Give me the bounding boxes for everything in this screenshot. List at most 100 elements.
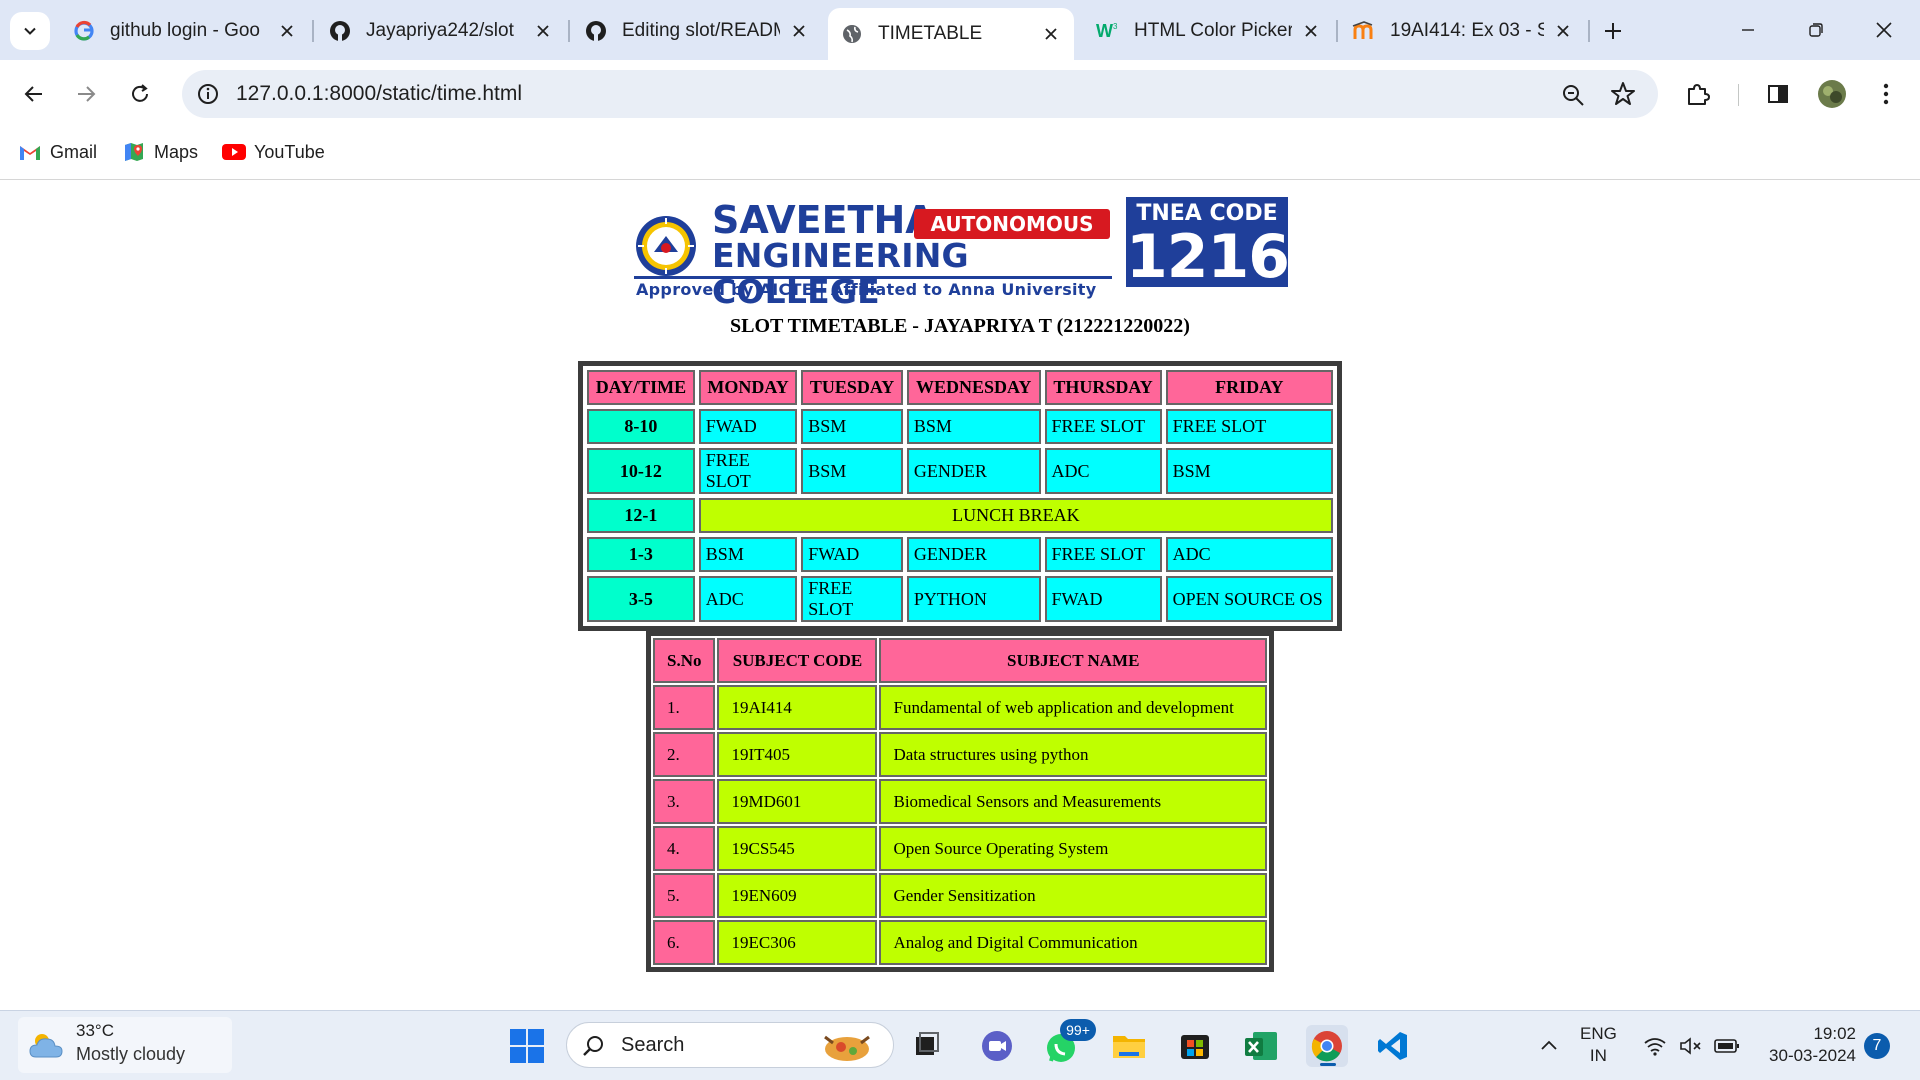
column-header: WEDNESDAY — [906, 370, 1041, 405]
forward-button[interactable] — [66, 74, 106, 114]
subject-name: Biomedical Sensors and Measurements — [879, 779, 1267, 824]
table-cell: ADC — [698, 576, 798, 622]
maps-icon — [122, 141, 146, 163]
tray-overflow-button[interactable] — [1528, 1025, 1570, 1067]
chevron-up-icon — [1541, 1040, 1557, 1050]
tab-jayapriya-slot[interactable]: Jayapriya242/slot — [316, 8, 566, 54]
svg-text:3: 3 — [1113, 22, 1118, 31]
column-header: TUESDAY — [801, 370, 903, 405]
close-icon[interactable] — [788, 20, 810, 42]
avatar-icon — [1818, 80, 1846, 108]
tab-search-button[interactable] — [10, 12, 50, 50]
weather-widget[interactable]: 33°C Mostly cloudy — [18, 1017, 232, 1073]
profile-avatar[interactable] — [1816, 78, 1848, 110]
table-cell: FREE SLOT — [1165, 409, 1333, 444]
taskbar-meet[interactable] — [976, 1025, 1018, 1067]
globe-icon — [840, 22, 864, 46]
taskbar-store[interactable] — [1174, 1025, 1216, 1067]
subject-name: Gender Sensitization — [879, 873, 1267, 918]
taskbar-search-box[interactable]: Search — [566, 1022, 894, 1068]
taskbar-clock[interactable]: 19:02 30-03-2024 — [1756, 1023, 1856, 1067]
excel-icon — [1245, 1032, 1277, 1060]
table-cell: GENDER — [906, 537, 1041, 572]
cloudy-weather-icon — [29, 1034, 63, 1058]
bookmark-label: YouTube — [254, 141, 325, 162]
url-text[interactable]: 127.0.0.1:8000/static/time.html — [236, 82, 522, 106]
store-icon — [1181, 1035, 1209, 1059]
taskbar-task-view[interactable] — [906, 1025, 948, 1067]
subject-code: 19IT405 — [717, 732, 878, 777]
video-chat-icon — [982, 1031, 1012, 1061]
tab-html-color-picker[interactable]: W3 HTML Color Picker — [1084, 8, 1334, 54]
region-code: IN — [1589, 1046, 1607, 1065]
reload-icon — [132, 84, 148, 102]
tab-github-login[interactable]: github login - Goo — [60, 8, 310, 54]
back-button[interactable] — [14, 74, 54, 114]
bookmark-maps[interactable]: Maps — [122, 138, 198, 166]
windows-start-icon[interactable] — [508, 1027, 546, 1065]
close-icon[interactable] — [1300, 20, 1322, 42]
time-slot: 10-12 — [587, 448, 695, 494]
volume-muted-icon — [1680, 1037, 1701, 1055]
table-cell: FREE SLOT — [1044, 537, 1162, 572]
close-icon — [1876, 22, 1892, 38]
bookmark-youtube[interactable]: YouTube — [222, 138, 325, 166]
table-cell: FWAD — [698, 409, 798, 444]
input-language[interactable]: ENG IN — [1580, 1023, 1617, 1067]
notification-center-badge[interactable]: 7 — [1864, 1033, 1890, 1059]
taskbar-whatsapp[interactable]: 99+ — [1042, 1019, 1096, 1067]
table-cell: ADC — [1044, 448, 1162, 494]
new-tab-button[interactable] — [1596, 14, 1630, 48]
browser-toolbar: 127.0.0.1:8000/static/time.html — [0, 60, 1920, 128]
taskbar-chrome[interactable] — [1306, 1025, 1348, 1067]
folder-icon — [1113, 1036, 1145, 1058]
table-cell: BSM — [801, 409, 903, 444]
taskbar-vscode[interactable] — [1372, 1025, 1414, 1067]
tab-timetable[interactable]: TIMETABLE — [828, 8, 1074, 60]
bookmark-label: Maps — [154, 141, 199, 162]
bookmark-star-icon[interactable] — [1610, 81, 1636, 107]
table-cell: BSM — [1165, 448, 1333, 494]
tray-battery[interactable] — [1706, 1025, 1748, 1067]
close-icon[interactable] — [1040, 23, 1062, 45]
youtube-icon — [222, 141, 246, 163]
taskbar-excel[interactable] — [1240, 1025, 1282, 1067]
column-header: SUBJECT CODE — [717, 638, 878, 683]
site-info-icon[interactable] — [196, 82, 220, 106]
tab-19ai414-ex03[interactable]: 19AI414: Ex 03 - Sl — [1340, 8, 1586, 54]
close-icon[interactable] — [276, 20, 298, 42]
tab-label: HTML Color Picker — [1134, 20, 1292, 41]
table-cell: PYTHON — [906, 576, 1041, 622]
reload-button[interactable] — [120, 74, 160, 114]
tnea-code-box: TNEA CODE 1216 — [1126, 197, 1290, 287]
subject-table: S.No SUBJECT CODE SUBJECT NAME 1. 19AI41… — [646, 631, 1274, 972]
web-page: SAVEETHA AUTONOMOUS ENGINEERING COLLEGE … — [0, 181, 1920, 1010]
time-slot: 12-1 — [587, 498, 695, 533]
bookmark-gmail[interactable]: Gmail — [18, 138, 97, 166]
lunch-break-cell: LUNCH BREAK — [698, 498, 1333, 533]
close-icon[interactable] — [1552, 20, 1574, 42]
close-icon[interactable] — [532, 20, 554, 42]
zoom-icon[interactable] — [1560, 82, 1586, 108]
tab-editing-readme[interactable]: Editing slot/READM — [572, 8, 822, 54]
table-cell: FREE SLOT — [1044, 409, 1162, 444]
column-header: DAY/TIME — [587, 370, 695, 405]
brand-name-line2: ENGINEERING COLLEGE — [712, 236, 969, 311]
side-panel-button[interactable] — [1762, 78, 1794, 110]
table-row: 3-5 ADC FREE SLOT PYTHON FWAD OPEN SOURC… — [587, 576, 1333, 622]
minimize-button[interactable] — [1726, 10, 1770, 50]
table-row: 10-12 FREE SLOT BSM GENDER ADC BSM — [587, 448, 1333, 494]
extensions-button[interactable] — [1682, 78, 1714, 110]
restore-button[interactable] — [1794, 10, 1838, 50]
address-bar[interactable]: 127.0.0.1:8000/static/time.html — [182, 70, 1658, 118]
bookmark-label: Gmail — [50, 141, 98, 162]
svg-text:W: W — [1096, 21, 1113, 41]
close-window-button[interactable] — [1862, 10, 1906, 50]
taskbar-file-explorer[interactable] — [1108, 1025, 1150, 1067]
arrow-left-icon — [24, 86, 42, 102]
serial-number: 5. — [653, 873, 716, 918]
bookmarks-bar: Gmail Maps YouTube — [0, 128, 1920, 180]
chrome-menu-button[interactable] — [1870, 78, 1902, 110]
time-slot: 1-3 — [587, 537, 695, 572]
table-cell: BSM — [801, 448, 903, 494]
